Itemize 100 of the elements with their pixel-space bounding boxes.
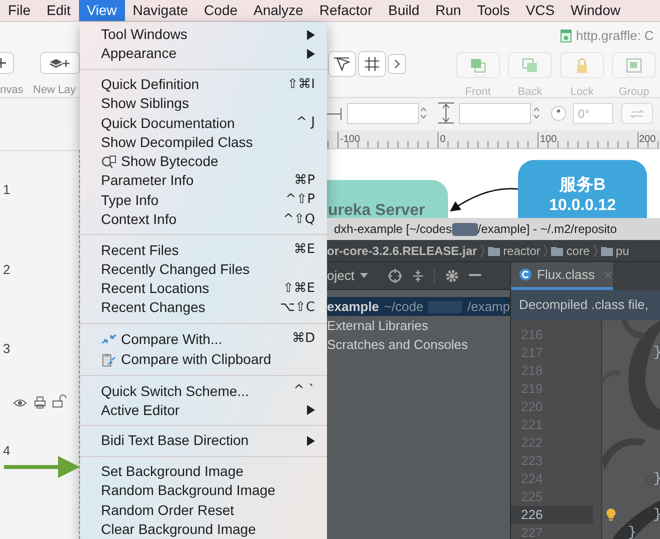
menu-bar-item[interactable]: Code: [196, 0, 246, 21]
crosshair-icon[interactable]: [388, 268, 402, 282]
menu-item[interactable]: Set Background Image: [80, 462, 327, 482]
menu-bar-item[interactable]: Analyze: [246, 0, 312, 21]
breadcrumb-item[interactable]: or-core-3.2.6.RELEASE.jar: [327, 242, 478, 260]
menu-bar-item[interactable]: File: [0, 0, 39, 21]
toolbar-label: New Lay: [33, 83, 76, 98]
line-number: 226: [511, 506, 593, 524]
menu-item[interactable]: Quick Documentation ^ J: [80, 113, 327, 133]
submenu-arrow-icon: [307, 436, 315, 446]
tree-item[interactable]: example ~/code /examp: [327, 297, 510, 316]
code-text: }: [628, 524, 636, 539]
eye-icon[interactable]: [13, 398, 27, 408]
notification-banner: Decompiled .class file,: [511, 290, 660, 320]
breadcrumb-separator-icon: [592, 244, 598, 258]
layers-plus-icon: [49, 57, 71, 69]
menu-item[interactable]: Bidi Text Base Direction: [80, 431, 327, 451]
folder-icon: [600, 246, 613, 256]
folder-icon: [488, 246, 500, 256]
tree-item-path: ~/code: [384, 298, 424, 316]
minimize-icon[interactable]: [469, 274, 482, 277]
swap-icon: [630, 108, 644, 118]
stepper-icon[interactable]: [420, 106, 427, 120]
menu-item[interactable]: Appearance: [80, 44, 327, 64]
shortcut-label: ⌘P: [294, 172, 315, 190]
layer-number: 2: [3, 261, 10, 279]
menu-item[interactable]: Compare with Clipboard: [80, 350, 327, 370]
tree-item-label: example: [327, 298, 380, 316]
unlocked-icon[interactable]: [52, 394, 68, 408]
menu-item[interactable]: Compare With... ⌘D: [80, 328, 327, 350]
ruler-label: 100: [540, 135, 557, 145]
bytecode-icon: [101, 154, 117, 169]
menu-bar-item[interactable]: Refactor: [311, 0, 380, 21]
breadcrumb-item[interactable]: core: [551, 242, 590, 260]
more-tools-button[interactable]: [388, 54, 406, 74]
clipboard-compare-icon: [101, 352, 117, 367]
menu-item[interactable]: Random Order Reset: [80, 500, 327, 520]
menu-item[interactable]: Tool Windows: [80, 25, 327, 44]
breadcrumb-item[interactable]: reactor: [488, 242, 540, 260]
menu-bar-item[interactable]: Run: [427, 0, 470, 21]
menu-item[interactable]: Type Info ^⇧P: [80, 190, 327, 210]
layer-number: 3: [3, 340, 10, 358]
menu-item[interactable]: Show Bytecode: [80, 152, 327, 172]
document-icon: [560, 28, 572, 43]
menu-bar-item[interactable]: Edit: [38, 0, 79, 21]
shortcut-label: ^ J: [296, 114, 315, 132]
settings-icon[interactable]: [445, 268, 460, 282]
new-layer-button[interactable]: [40, 52, 80, 74]
pointer-icon: [333, 56, 351, 72]
tree-item[interactable]: Scratches and Consoles: [327, 335, 510, 354]
layer-number: 1: [3, 181, 10, 199]
width-field[interactable]: [347, 103, 419, 124]
window-title: dxh-example [~/codes: [334, 221, 452, 238]
menu-item[interactable]: Parameter Info ⌘P: [80, 171, 327, 191]
menu-bar-item[interactable]: Tools: [469, 0, 518, 21]
grid-tool-button[interactable]: [358, 51, 386, 77]
code-text: }: [652, 344, 660, 362]
menu-item[interactable]: Show Decompiled Class: [80, 132, 327, 152]
menu-bar-item[interactable]: Build: [380, 0, 428, 21]
menu-item[interactable]: Recent Locations ⇧⌘E: [80, 278, 327, 298]
menu-bar-item[interactable]: VCS: [518, 0, 563, 21]
menu-item[interactable]: Recent Files ⌘E: [80, 240, 327, 260]
collapse-all-icon[interactable]: [412, 268, 424, 282]
code-text: }: [652, 470, 660, 488]
chevron-right-icon: [394, 59, 400, 69]
redaction-block: [452, 222, 478, 236]
tree-item[interactable]: External Libraries: [327, 316, 510, 335]
menu-bar-item[interactable]: Navigate: [124, 0, 196, 21]
document-title: http.graffle: C: [576, 27, 654, 45]
rotation-field[interactable]: 0°: [573, 103, 613, 124]
menu-item[interactable]: Clear Background Image: [80, 520, 327, 539]
node-label: 服务B: [559, 174, 606, 196]
menu-bar-item[interactable]: View: [78, 0, 125, 21]
breadcrumb-item[interactable]: pu: [600, 242, 630, 260]
code-text: }: [652, 506, 660, 524]
toolbar-label: Lock: [569, 85, 595, 100]
lightbulb-icon[interactable]: [606, 508, 616, 522]
menu-item[interactable]: Active Editor: [80, 400, 327, 420]
editor-tab[interactable]: Flux.class: [511, 262, 613, 290]
tree-item-path: /examp: [467, 298, 510, 316]
menu-bar-item[interactable]: Window: [562, 0, 628, 21]
menu-item[interactable]: Show Siblings: [80, 94, 327, 114]
menu-item[interactable]: Quick Definition ⇧⌘I: [80, 74, 327, 94]
front-icon: [469, 56, 487, 74]
menu-item[interactable]: Random Background Image: [80, 481, 327, 500]
menu-item[interactable]: Recent Changes ⌥⇧C: [80, 298, 327, 318]
back-icon: [521, 56, 539, 74]
printer-icon[interactable]: [34, 396, 46, 409]
menu-item[interactable]: Context Info ^⇧Q: [80, 210, 327, 230]
stepper-icon[interactable]: [533, 106, 540, 120]
rotation-knob[interactable]: [551, 106, 566, 121]
caret-icon: [360, 273, 368, 278]
menu-item[interactable]: Quick Switch Scheme... ^ `: [80, 382, 327, 401]
submenu-arrow-icon: [307, 30, 315, 40]
selection-tool-button[interactable]: [328, 51, 356, 77]
menu-item[interactable]: Recently Changed Files: [80, 260, 327, 279]
height-field[interactable]: [459, 103, 531, 124]
submenu-arrow-icon: [307, 48, 315, 59]
class-file-icon: [519, 268, 532, 281]
project-view-dropdown[interactable]: oject: [327, 266, 368, 286]
